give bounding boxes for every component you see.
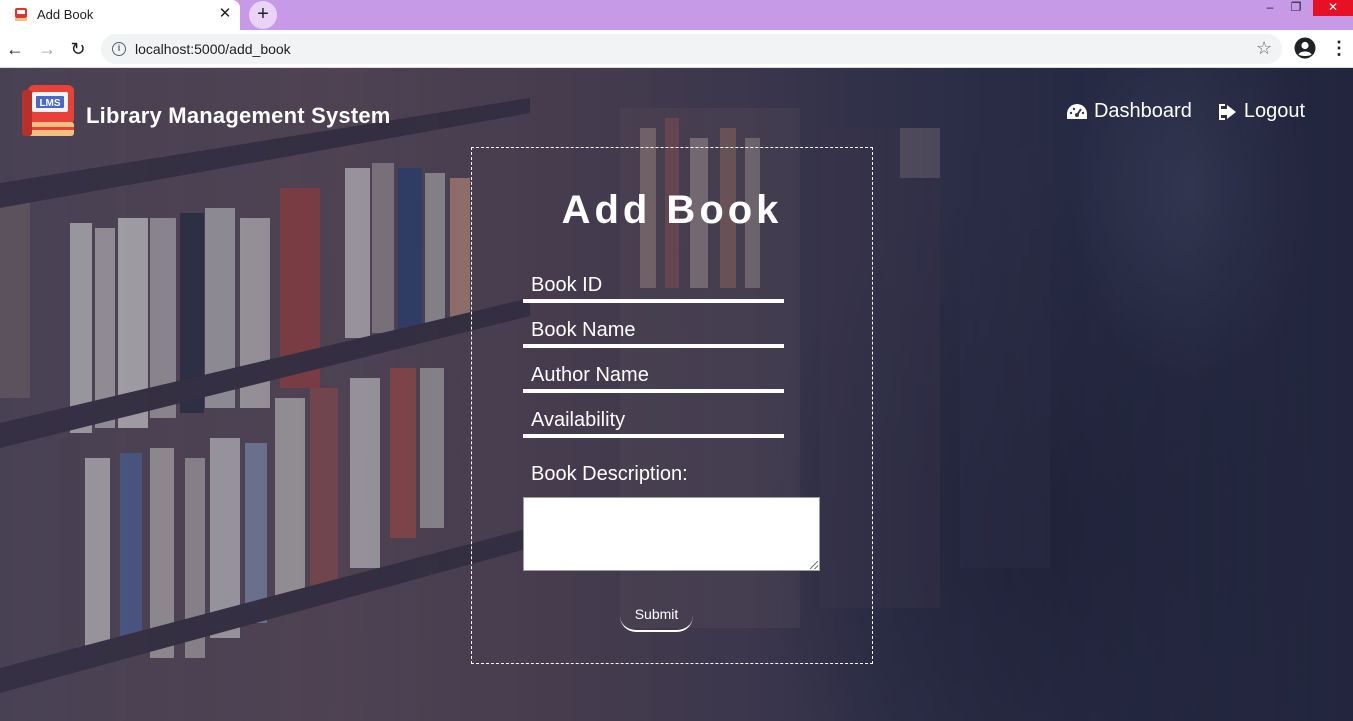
- resize-grip-icon[interactable]: [810, 561, 818, 569]
- tab-title: Add Book: [37, 7, 94, 22]
- browser-tab-strip: Add Book ✕ + – ❐ ✕: [0, 0, 1353, 30]
- new-tab-button[interactable]: +: [249, 1, 277, 29]
- nav-logout-link[interactable]: Logout: [1218, 100, 1305, 123]
- availability-placeholder[interactable]: Availability: [531, 409, 625, 432]
- back-arrow-icon[interactable]: ←: [5, 39, 25, 59]
- nav-dashboard-label[interactable]: Dashboard: [1094, 100, 1192, 123]
- submit-button[interactable]: Submit: [620, 596, 693, 632]
- top-nav: Dashboard Logout: [1040, 100, 1305, 123]
- book-name-placeholder[interactable]: Book Name: [531, 319, 636, 342]
- availability-field[interactable]: Availability: [523, 398, 784, 438]
- page-background: LMS Library Management System Dashboard: [0, 68, 1353, 721]
- book-id-field[interactable]: Book ID: [523, 263, 784, 303]
- form-title: Add Book: [561, 188, 783, 232]
- logo-text: LMS: [39, 98, 60, 109]
- dashboard-icon: [1066, 103, 1087, 119]
- book-id-placeholder[interactable]: Book ID: [531, 274, 602, 297]
- nav-dashboard-link[interactable]: Dashboard: [1066, 100, 1192, 123]
- add-book-form: Add Book Book ID Book Name Author Name A…: [471, 147, 873, 664]
- profile-avatar-icon[interactable]: [1294, 37, 1316, 59]
- lms-book-logo-icon: LMS: [22, 85, 74, 136]
- address-bar[interactable]: i localhost:5000/add_book ☆: [101, 34, 1282, 64]
- tab-close-icon[interactable]: ✕: [216, 5, 234, 23]
- book-name-field[interactable]: Book Name: [523, 308, 784, 348]
- bookmark-star-icon[interactable]: ☆: [1256, 38, 1272, 59]
- brand-title[interactable]: Library Management System: [86, 103, 391, 129]
- site-info-icon[interactable]: i: [112, 42, 126, 56]
- forward-arrow-icon[interactable]: →: [37, 39, 57, 59]
- browser-toolbar: ← → ↻ i localhost:5000/add_book ☆ ⋮: [0, 30, 1353, 68]
- brand[interactable]: LMS Library Management System: [20, 82, 391, 144]
- window-restore-button[interactable]: ❐: [1276, 0, 1316, 16]
- book-favicon-icon: [15, 8, 27, 21]
- book-description-textarea[interactable]: [523, 497, 820, 571]
- url-text[interactable]: localhost:5000/add_book: [135, 41, 291, 57]
- author-name-placeholder[interactable]: Author Name: [531, 364, 649, 387]
- nav-logout-label[interactable]: Logout: [1244, 100, 1305, 123]
- author-name-field[interactable]: Author Name: [523, 353, 784, 393]
- browser-tab[interactable]: Add Book ✕: [0, 0, 240, 30]
- window-close-button[interactable]: ✕: [1313, 0, 1353, 16]
- reload-icon[interactable]: ↻: [68, 39, 88, 59]
- browser-menu-icon[interactable]: ⋮: [1330, 38, 1348, 59]
- logout-icon: [1218, 103, 1236, 120]
- book-description-label: Book Description:: [531, 463, 688, 485]
